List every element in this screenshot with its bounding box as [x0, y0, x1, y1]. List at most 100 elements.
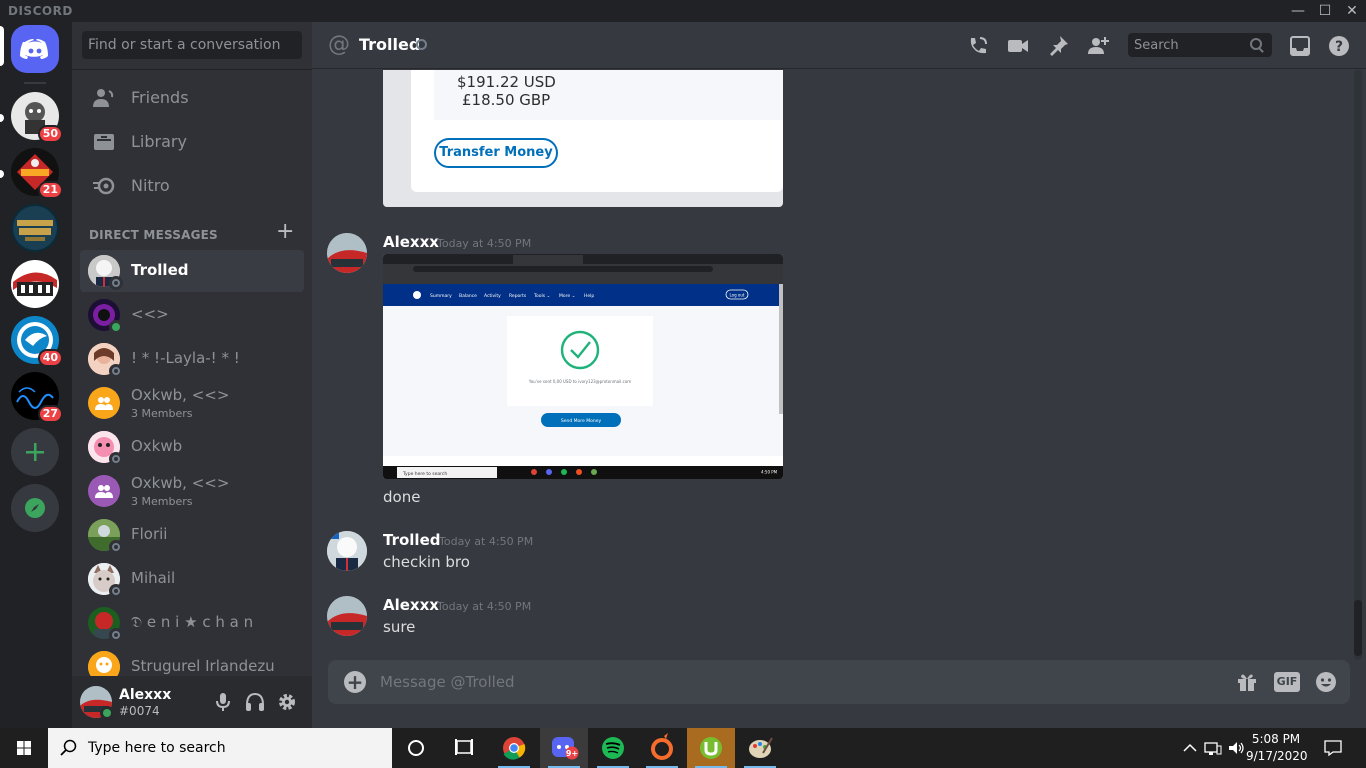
task-view-button[interactable] — [440, 728, 488, 768]
gear-icon[interactable] — [276, 691, 298, 713]
add-server-button[interactable] — [11, 428, 59, 476]
server-icon-1[interactable]: 50 — [11, 92, 63, 143]
home-indicator — [0, 26, 4, 66]
status-offline-icon — [109, 584, 123, 598]
taskbar-discord[interactable]: 9+ — [540, 728, 588, 768]
nav-label: Friends — [131, 88, 189, 107]
cortana-button[interactable] — [392, 728, 440, 768]
direct-messages-header: DIRECT MESSAGES — [89, 228, 218, 242]
server-icon-5[interactable]: 40 — [11, 316, 63, 367]
inbox-icon[interactable] — [1288, 34, 1312, 58]
cortana-circle-icon — [408, 740, 424, 756]
create-dm-button[interactable]: + — [276, 221, 294, 243]
video-call-icon[interactable] — [1006, 34, 1030, 58]
mention-badge: 40 — [37, 349, 63, 367]
add-friend-icon[interactable] — [1086, 34, 1110, 58]
clock-time: 5:08 PM — [1251, 732, 1301, 746]
dm-item[interactable]: Florii — [80, 514, 304, 556]
dm-item-trolled[interactable]: Trolled — [80, 250, 304, 292]
dm-name: Oxkwb, <<> — [131, 386, 230, 404]
message-composer: + GIF — [328, 660, 1350, 704]
nav-library[interactable]: Library — [80, 121, 304, 163]
dm-item[interactable]: Oxkwb — [80, 426, 304, 468]
user-name: Alexxx — [119, 687, 172, 703]
microphone-icon[interactable] — [212, 691, 234, 713]
status-offline-icon — [109, 276, 123, 290]
maximize-button[interactable]: ☐ — [1312, 1, 1338, 21]
server-icon-league-of-legends[interactable] — [11, 204, 59, 252]
headphones-icon[interactable] — [244, 691, 266, 713]
amount-usd: $191.22 USD — [457, 73, 556, 91]
scrollbar-track[interactable] — [1354, 70, 1362, 660]
dm-item-group[interactable]: Oxkwb, <<> 3 Members — [80, 470, 304, 512]
dm-item-group[interactable]: Oxkwb, <<> 3 Members — [80, 382, 304, 424]
dm-item[interactable]: Strugurel Irlandezu — [80, 646, 304, 676]
taskbar-paint[interactable] — [736, 728, 784, 768]
voice-call-icon[interactable] — [966, 34, 990, 58]
search-icon — [60, 739, 77, 756]
dm-member-count: 3 Members — [131, 495, 193, 508]
windows-taskbar: Type here to search 9+ 5:08 PM 9/17/2020 — [0, 728, 1366, 768]
chat-area: @ Trolled ? $191.22 USD £18.50 GBP Trans… — [312, 22, 1366, 728]
message-author[interactable]: Alexxx — [383, 596, 439, 614]
server-icon-6[interactable]: 27 — [11, 372, 63, 423]
screenshot-nav-tools: Tools ⌄ — [533, 293, 550, 299]
find-conversation-input[interactable] — [82, 31, 302, 59]
unread-indicator — [0, 114, 4, 122]
server-icon-alx[interactable] — [11, 260, 59, 308]
home-button[interactable] — [11, 25, 59, 73]
dm-name: Florii — [131, 525, 168, 543]
dm-item[interactable]: ! * !-Layla-! * ! — [80, 338, 304, 380]
taskbar-clock[interactable]: 5:08 PM 9/17/2020 — [1246, 731, 1308, 765]
dm-item[interactable]: 𝔇 e n i ★ c h a n — [80, 602, 304, 644]
gif-button[interactable]: GIF — [1274, 672, 1300, 692]
origin-icon — [651, 733, 673, 760]
dm-item[interactable]: <<> — [80, 294, 304, 336]
screenshot-sent-text: You've sent 0,00 USD to ivory123@protonm… — [528, 379, 631, 384]
attach-plus-icon[interactable]: + — [344, 671, 366, 693]
message-text: sure — [383, 618, 416, 636]
explore-servers-button[interactable] — [11, 484, 59, 532]
dm-name: Mihail — [131, 569, 176, 587]
start-button[interactable] — [0, 728, 48, 768]
taskbar-spotify[interactable] — [589, 728, 637, 768]
screenshot-nav-help: Help — [584, 293, 594, 299]
screenshot-nav-reports: Reports — [509, 293, 527, 299]
transfer-money-button[interactable]: Transfer Money — [434, 138, 558, 168]
chevron-up-icon[interactable] — [1180, 738, 1200, 758]
message-avatar[interactable] — [327, 596, 367, 636]
dm-item[interactable]: Mihail — [80, 558, 304, 600]
gift-icon[interactable] — [1235, 670, 1259, 694]
volume-icon[interactable] — [1226, 738, 1246, 758]
taskbar-chrome[interactable] — [490, 728, 538, 768]
message-avatar[interactable] — [327, 531, 367, 571]
message-input[interactable] — [380, 668, 1160, 696]
close-button[interactable]: ✕ — [1339, 1, 1365, 21]
paypal-screenshot-image: Summary Balance Activity Reports Tools ⌄… — [383, 254, 783, 479]
dm-member-count: 3 Members — [131, 407, 193, 420]
nav-friends[interactable]: Friends — [80, 77, 304, 119]
emoji-icon[interactable] — [1314, 670, 1338, 694]
message-timestamp: Today at 4:50 PM — [439, 535, 534, 548]
message-author[interactable]: Alexxx — [383, 233, 439, 251]
windows-logo-icon — [17, 741, 31, 755]
server-icon-2[interactable]: 21 — [11, 148, 63, 199]
message-author[interactable]: Trolled — [383, 531, 440, 549]
chat-header: @ Trolled ? — [312, 22, 1366, 69]
spotify-icon — [602, 737, 624, 759]
nav-nitro[interactable]: Nitro — [80, 165, 304, 207]
notification-icon[interactable] — [1323, 738, 1343, 758]
taskbar-utorrent[interactable] — [687, 728, 735, 768]
scrollbar-thumb[interactable] — [1354, 600, 1362, 656]
minimize-button[interactable]: — — [1285, 1, 1311, 21]
help-icon[interactable]: ? — [1327, 34, 1351, 58]
screenshot-attachment[interactable]: Summary Balance Activity Reports Tools ⌄… — [383, 254, 783, 479]
message-text: checkin bro — [383, 553, 470, 571]
network-icon[interactable] — [1203, 738, 1223, 758]
message-avatar[interactable] — [327, 233, 367, 273]
taskbar-search-box[interactable]: Type here to search — [48, 728, 392, 768]
pin-icon[interactable] — [1046, 34, 1070, 58]
screenshot-logout: Log out — [730, 293, 745, 298]
taskbar-origin[interactable] — [638, 728, 686, 768]
payment-embed: $191.22 USD £18.50 GBP Transfer Money — [383, 70, 783, 207]
